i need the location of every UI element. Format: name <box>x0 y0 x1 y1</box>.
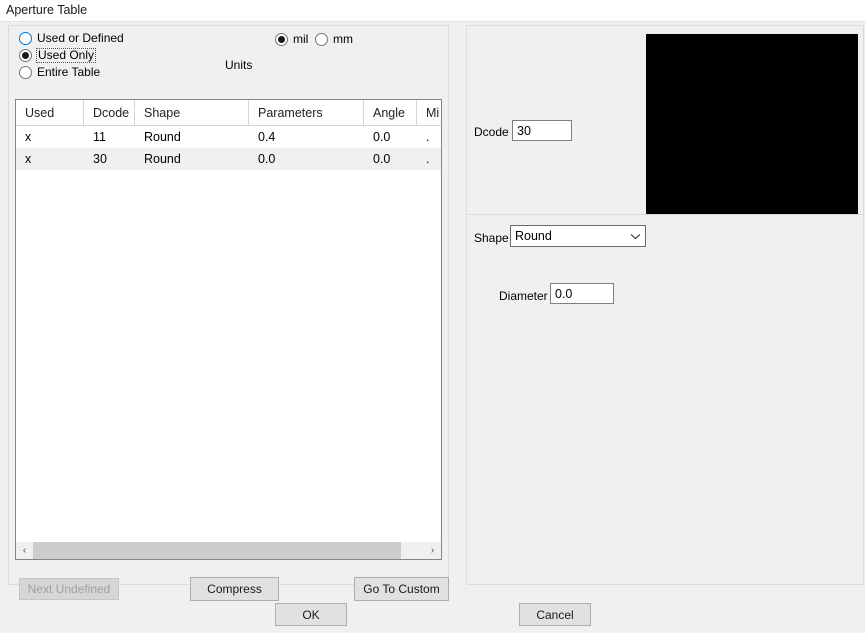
cell-used: x <box>25 130 32 144</box>
radio-icon-units-mil <box>275 33 288 46</box>
dcode-input[interactable]: 30 <box>512 120 572 141</box>
cell-shape: Round <box>144 152 181 166</box>
ok-button[interactable]: OK <box>275 603 347 626</box>
column-header-used[interactable]: Used <box>16 100 84 125</box>
radio-label-used-or-defined: Used or Defined <box>37 31 124 45</box>
column-header-mirror[interactable]: Mi <box>417 100 441 125</box>
dcode-label: Dcode <box>474 125 509 139</box>
aperture-table-grid: Used Dcode Shape Parameters Angle Mi x 1… <box>16 100 441 170</box>
cell-used: x <box>25 152 32 166</box>
radio-icon-units-mm <box>315 33 328 46</box>
cell-dcode: 30 <box>93 152 107 166</box>
aperture-editor-panel: Dcode 30 Shape Round Diameter 0.0 Enter … <box>466 25 864 585</box>
cell-angle: 0.0 <box>373 130 391 144</box>
radio-units-mm[interactable]: mm <box>315 33 353 46</box>
scroll-left-arrow-icon[interactable]: ‹ <box>16 542 33 559</box>
cell-parameters: 0.0 <box>258 152 276 166</box>
units-label: Units <box>225 58 253 72</box>
page-title: Aperture Table <box>6 3 88 17</box>
next-undefined-button: Next Undefined <box>19 578 119 600</box>
cancel-button[interactable]: Cancel <box>519 603 591 626</box>
cell-mirror: . <box>426 152 430 166</box>
compress-button[interactable]: Compress <box>190 577 279 601</box>
aperture-preview <box>646 34 858 215</box>
radio-label-units-mm: mm <box>333 32 353 46</box>
radio-label-units-mil: mil <box>293 32 309 46</box>
go-to-custom-button[interactable]: Go To Custom <box>354 577 449 601</box>
radio-label-used-only: Used Only <box>35 48 97 63</box>
shape-label: Shape <box>474 231 509 245</box>
aperture-table[interactable]: Used Dcode Shape Parameters Angle Mi x 1… <box>15 99 442 560</box>
column-header-shape[interactable]: Shape <box>135 100 249 125</box>
window-titlebar: Aperture Table <box>0 0 865 22</box>
cell-shape: Round <box>144 130 181 144</box>
shape-selected-value: Round <box>515 229 552 243</box>
table-header-row: Used Dcode Shape Parameters Angle Mi <box>16 100 441 126</box>
radio-label-entire-table: Entire Table <box>37 65 101 79</box>
cell-dcode: 11 <box>93 130 106 144</box>
table-row[interactable]: x 30 Round 0.0 0.0 . <box>16 148 441 170</box>
panel-divider <box>467 214 863 215</box>
diameter-label: Diameter <box>499 289 548 303</box>
radio-used-or-defined[interactable]: Used or Defined <box>19 32 124 45</box>
radio-used-only[interactable]: Used Only <box>19 48 97 63</box>
column-header-parameters[interactable]: Parameters <box>249 100 364 125</box>
chevron-down-icon <box>625 233 645 240</box>
shape-select[interactable]: Round <box>510 225 646 247</box>
radio-units-mil[interactable]: mil <box>275 33 308 46</box>
cell-parameters: 0.4 <box>258 130 276 144</box>
diameter-input[interactable]: 0.0 <box>550 283 614 304</box>
scrollbar-track[interactable] <box>33 542 424 559</box>
table-horizontal-scrollbar[interactable]: ‹ › <box>16 541 441 559</box>
cell-angle: 0.0 <box>373 152 391 166</box>
table-row[interactable]: x 11 Round 0.4 0.0 . <box>16 126 441 148</box>
cell-mirror: . <box>426 130 430 144</box>
radio-icon-used-or-defined <box>19 32 32 45</box>
scrollbar-thumb[interactable] <box>33 542 401 559</box>
radio-icon-used-only <box>19 49 32 62</box>
radio-icon-entire-table <box>19 66 32 79</box>
scroll-right-arrow-icon[interactable]: › <box>424 542 441 559</box>
radio-entire-table[interactable]: Entire Table <box>19 66 100 79</box>
column-header-dcode[interactable]: Dcode <box>84 100 135 125</box>
aperture-list-panel: Used or Defined Used Only Entire Table U… <box>8 25 449 601</box>
column-header-angle[interactable]: Angle <box>364 100 417 125</box>
